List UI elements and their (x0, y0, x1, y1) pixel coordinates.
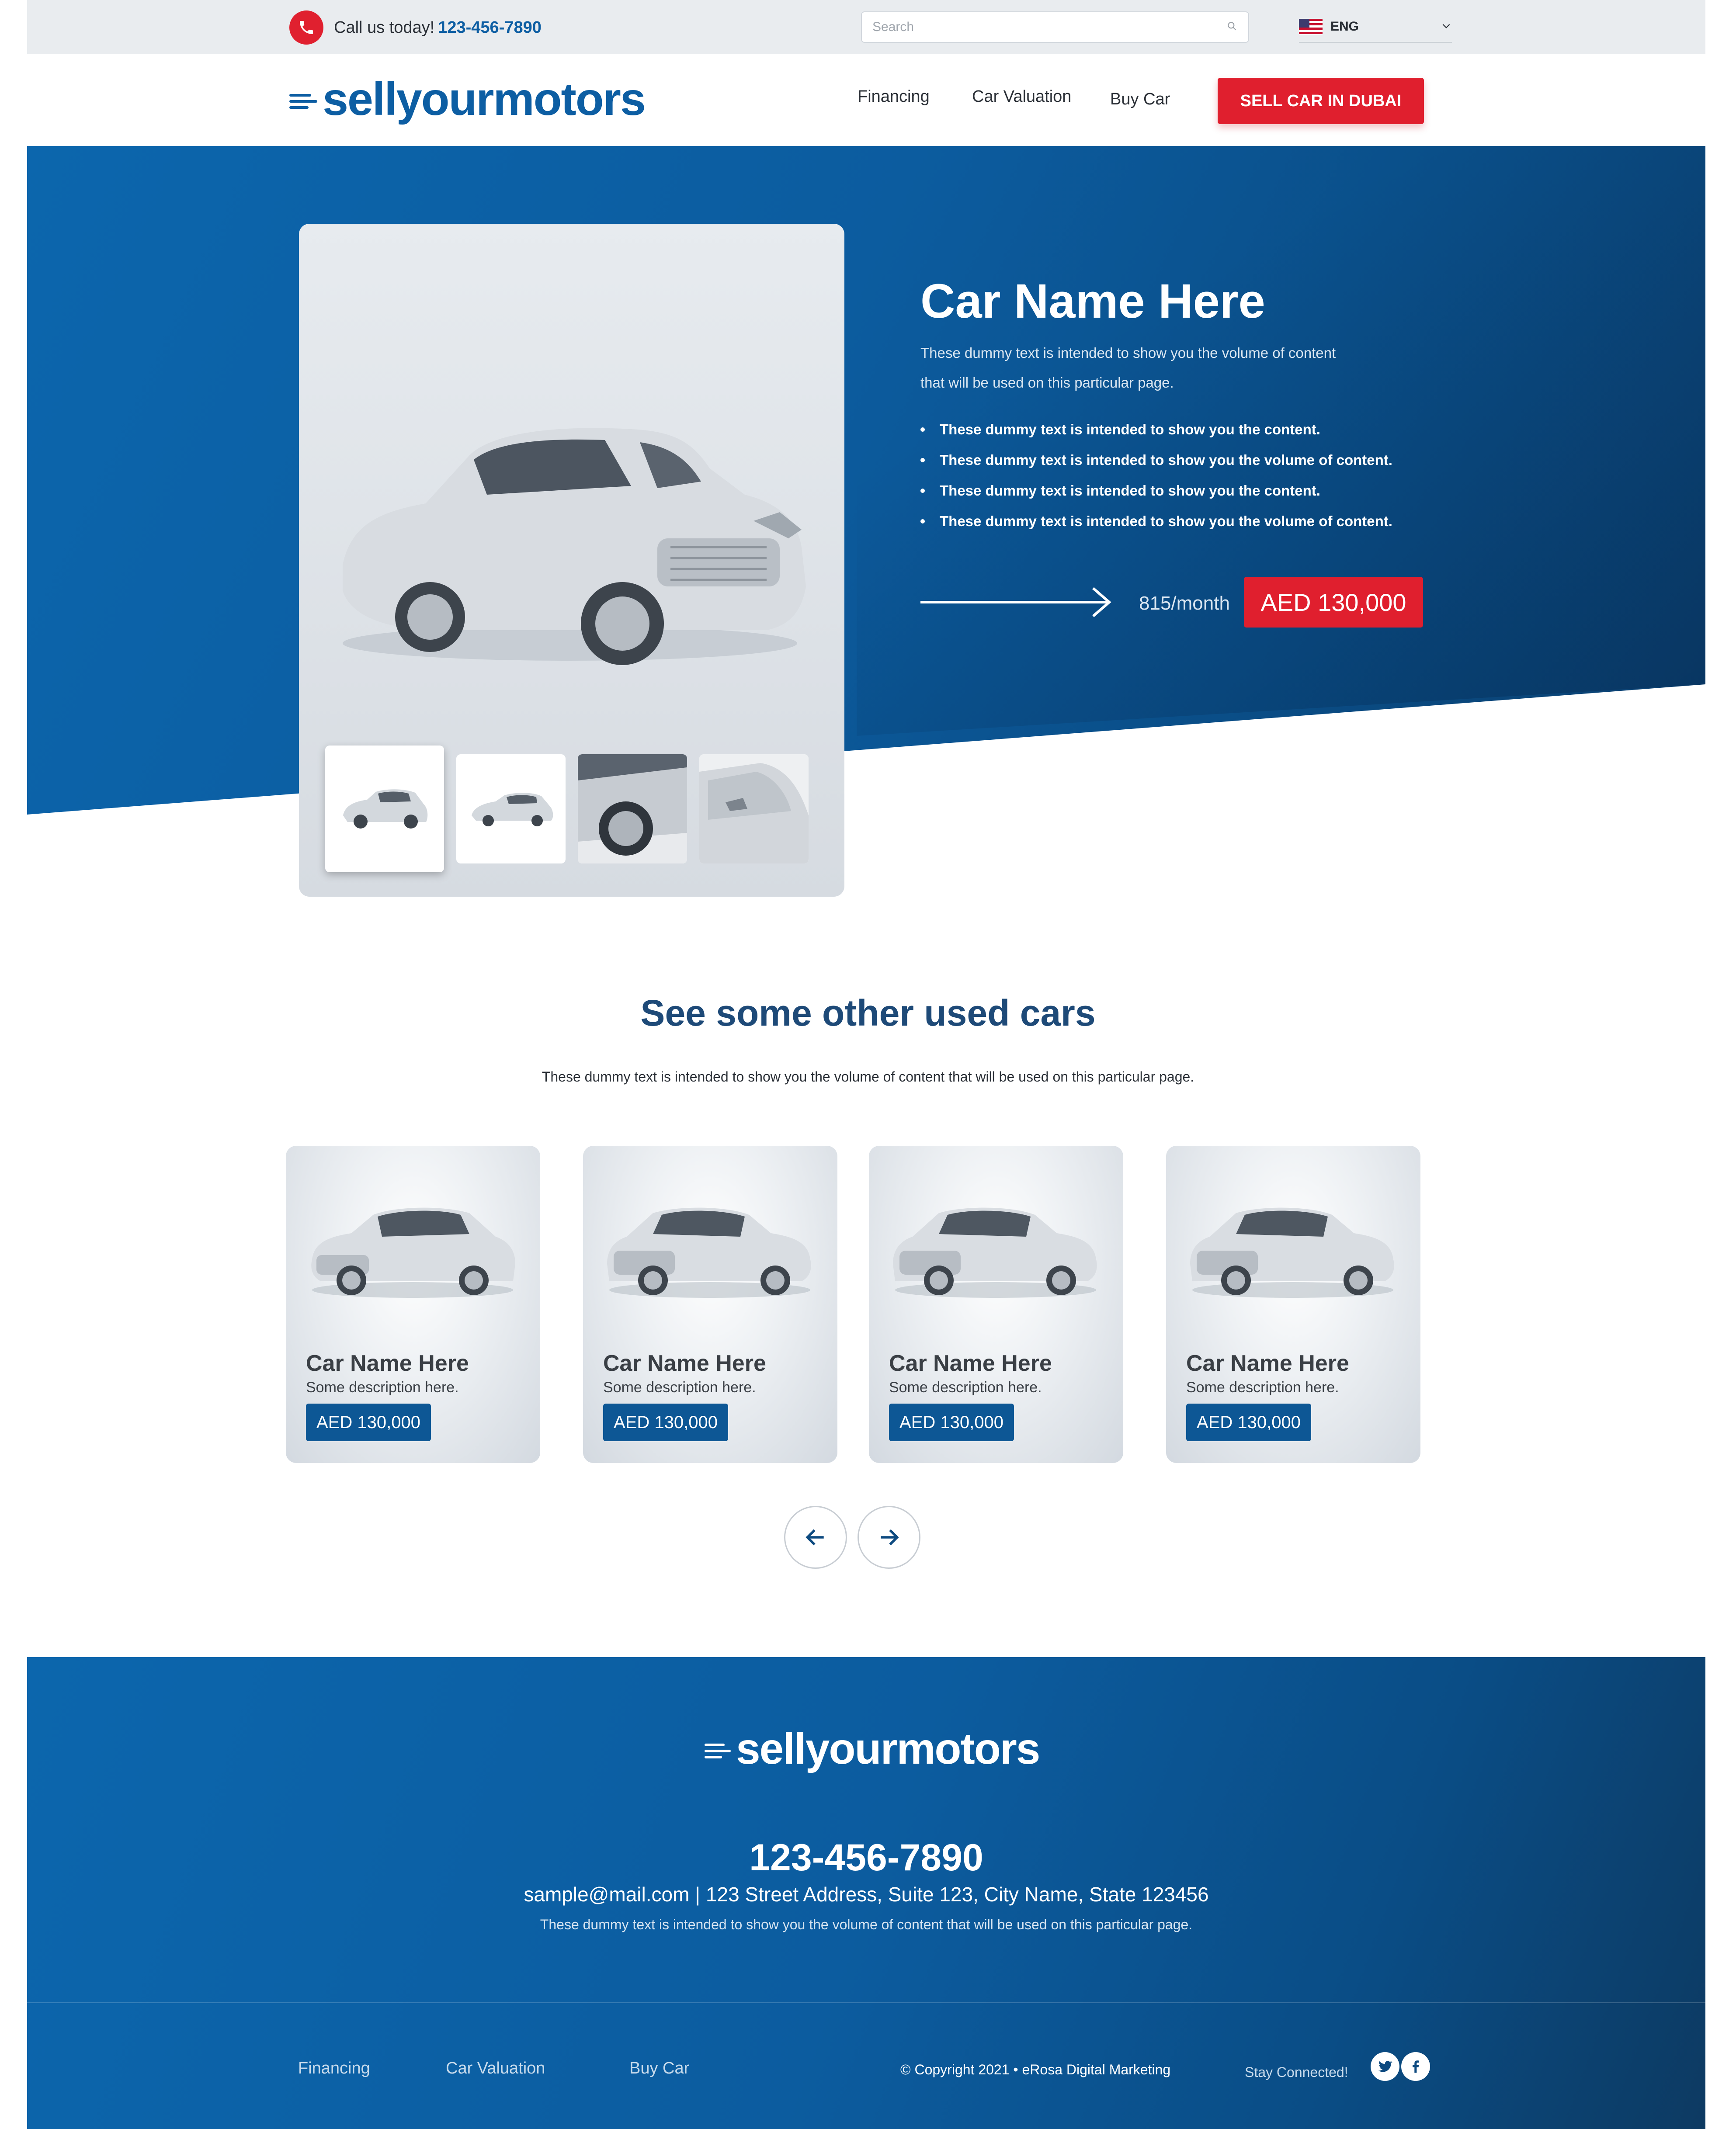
main-car-image (343, 428, 806, 665)
car-card[interactable]: Car Name Here Some description here. AED… (1166, 1146, 1420, 1463)
car-image (893, 1207, 1097, 1298)
chevron-down-icon (1441, 20, 1452, 34)
car-card[interactable]: Car Name Here Some description here. AED… (583, 1146, 837, 1463)
hero-bullet: These dummy text is intended to show you… (920, 446, 1392, 476)
search-box (861, 11, 1249, 43)
monthly-price: 815/month (1139, 593, 1230, 614)
car-card-price[interactable]: AED 130,000 (889, 1404, 1014, 1441)
search-icon[interactable] (1226, 21, 1238, 34)
footer-description: These dummy text is intended to show you… (540, 1917, 1193, 1932)
top-bar: Call us today!123-456-7890 ENG (27, 0, 1705, 54)
thumbnail-3[interactable] (578, 754, 687, 863)
footer-link-buy-car[interactable]: Buy Car (629, 2059, 689, 2078)
footer: sellyourmotors 123-456-7890 sample@mail.… (27, 1657, 1705, 2129)
footer-link-financing[interactable]: Financing (298, 2059, 370, 2078)
price-tag: AED 130,000 (1244, 577, 1423, 628)
long-arrow-right-icon (920, 587, 1111, 617)
nav-car-valuation[interactable]: Car Valuation (972, 87, 1071, 106)
call-label: Call us today! 123-456-7890 (334, 18, 542, 37)
nav-buy-car[interactable]: Buy Car (1110, 90, 1170, 109)
thumbnail-1[interactable] (325, 745, 444, 872)
car-image (311, 1207, 515, 1298)
thumbnail-strip (325, 745, 809, 872)
car-card-price[interactable]: AED 130,000 (1186, 1404, 1311, 1441)
car-card-description: Some description here. (306, 1379, 459, 1396)
footer-link-car-valuation[interactable]: Car Valuation (446, 2059, 545, 2078)
car-card-description: Some description here. (603, 1379, 756, 1396)
hero-bullet: These dummy text is intended to show you… (920, 415, 1392, 446)
logo-text: sellyourmotors (323, 73, 646, 125)
phone-icon (289, 10, 323, 45)
car-card-title: Car Name Here (1186, 1351, 1349, 1376)
car-card-description: Some description here. (889, 1379, 1042, 1396)
us-flag-icon (1299, 19, 1323, 35)
twitter-icon[interactable] (1371, 2052, 1399, 2081)
carousel-prev-button[interactable] (784, 1506, 847, 1569)
language-select[interactable]: ENG (1299, 11, 1452, 43)
search-input[interactable] (872, 20, 1226, 35)
section-description: These dummy text is intended to show you… (542, 1069, 1194, 1085)
car-image (607, 1207, 811, 1298)
copyright: © Copyright 2021 • eRosa Digital Marketi… (900, 2062, 1171, 2077)
call-us: Call us today! 123-456-7890 (289, 10, 542, 45)
car-card-title: Car Name Here (306, 1351, 469, 1376)
carousel-next-button[interactable] (858, 1506, 920, 1569)
arrow-left-icon (806, 1529, 824, 1546)
car-card-price[interactable]: AED 130,000 (603, 1404, 728, 1441)
hero-title: Car Name Here (920, 274, 1265, 328)
hero-bullet: These dummy text is intended to show you… (920, 507, 1392, 537)
page: Call us today!123-456-7890 ENG sellyourm… (0, 0, 1736, 2129)
thumbnail-4[interactable] (699, 754, 809, 863)
section-title: See some other used cars (640, 992, 1096, 1033)
thumbnail-2[interactable] (456, 754, 566, 863)
car-card[interactable]: Car Name Here Some description here. AED… (286, 1146, 540, 1463)
arrow-right-icon (881, 1529, 899, 1546)
language-label: ENG (1330, 19, 1359, 34)
car-image (1190, 1207, 1394, 1298)
logo-mark (289, 94, 317, 109)
logo[interactable]: sellyourmotors (289, 73, 646, 125)
car-gallery (299, 224, 844, 897)
car-card-price[interactable]: AED 130,000 (306, 1404, 431, 1441)
facebook-icon[interactable] (1401, 2052, 1430, 2081)
footer-phone[interactable]: 123-456-7890 (27, 1836, 1705, 1879)
footer-divider (27, 2002, 1705, 2003)
car-card-title: Car Name Here (889, 1351, 1052, 1376)
sell-car-button[interactable]: SELL CAR IN DUBAI (1218, 78, 1424, 124)
footer-address: sample@mail.com | 123 Street Address, Su… (524, 1883, 1209, 1906)
hero-bullet-list: These dummy text is intended to show you… (920, 415, 1392, 537)
footer-logo-mark (705, 1744, 731, 1758)
hero-bullet: These dummy text is intended to show you… (920, 476, 1392, 507)
price-row: 815/month AED 130,000 (920, 577, 1423, 629)
footer-logo-text: sellyourmotors (736, 1724, 1040, 1773)
footer-logo[interactable]: sellyourmotors (705, 1724, 1040, 1773)
stay-connected-label: Stay Connected! (1245, 2064, 1348, 2080)
car-card-title: Car Name Here (603, 1351, 766, 1376)
nav-financing[interactable]: Financing (858, 87, 930, 106)
topbar-phone-link[interactable]: 123-456-7890 (438, 18, 542, 37)
car-card-description: Some description here. (1186, 1379, 1339, 1396)
hero-description: These dummy text is intended to show you… (920, 345, 1336, 391)
car-card[interactable]: Car Name Here Some description here. AED… (869, 1146, 1123, 1463)
header: sellyourmotors Financing Car Valuation B… (27, 54, 1705, 146)
